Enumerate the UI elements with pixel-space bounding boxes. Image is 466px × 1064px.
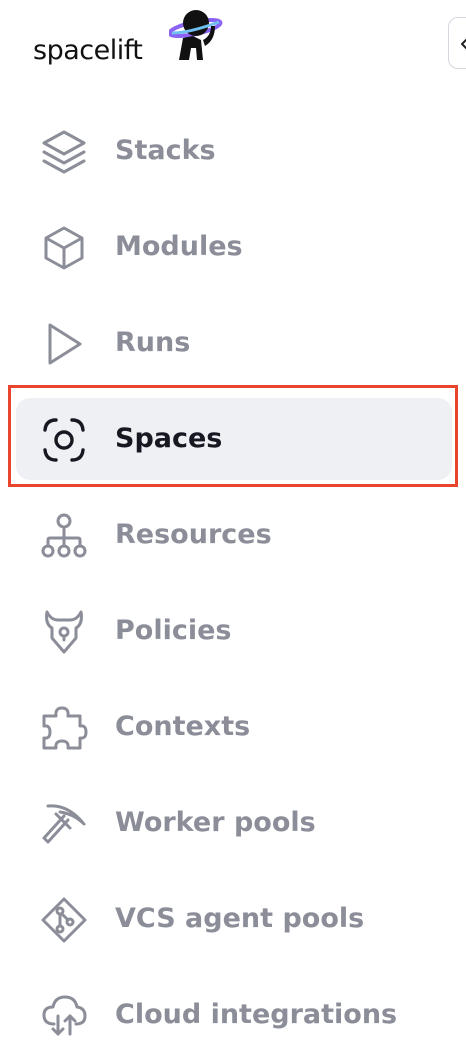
- puzzle-icon: [42, 706, 88, 750]
- sidebar-item-modules[interactable]: Modules: [16, 206, 452, 288]
- hierarchy-icon: [41, 513, 87, 558]
- logo-wordmark: spacelift: [33, 35, 143, 66]
- sidebar-item-label: Modules: [115, 231, 243, 262]
- play-icon: [48, 323, 82, 365]
- sidebar-item-label: Policies: [115, 615, 232, 646]
- git-diamond-icon: [41, 897, 87, 943]
- sidebar-item-vcs-agent-pools[interactable]: VCS agent pools: [16, 878, 452, 960]
- sidebar-item-label: Worker pools: [115, 807, 316, 838]
- sidebar-item-label: Stacks: [115, 135, 216, 166]
- cloud-transfer-icon: [42, 995, 87, 1036]
- sidebar-item-cloud-integrations[interactable]: Cloud integrations: [16, 974, 452, 1056]
- sidebar-item-stacks[interactable]: Stacks: [16, 110, 452, 192]
- cube-icon: [44, 226, 84, 270]
- sidebar-item-label: Resources: [115, 519, 272, 550]
- sidebar-item-worker-pools[interactable]: Worker pools: [16, 782, 452, 864]
- sidebar-item-resources[interactable]: Resources: [16, 494, 452, 576]
- pickaxe-icon: [42, 804, 86, 844]
- sidebar-item-label: VCS agent pools: [115, 903, 365, 934]
- sidebar-item-spaces[interactable]: Spaces: [16, 398, 452, 480]
- sidebar-item-label: Contexts: [115, 711, 251, 742]
- sidebar-item-label: Cloud integrations: [115, 999, 398, 1030]
- sidebar-item-label: Spaces: [115, 423, 223, 454]
- focus-target-icon: [43, 418, 85, 462]
- layers-icon: [42, 130, 86, 174]
- sidebar-item-runs[interactable]: Runs: [16, 302, 452, 384]
- sidebar-item-label: Runs: [115, 327, 191, 358]
- shield-horns-icon: [45, 610, 83, 654]
- sidebar-item-policies[interactable]: Policies: [16, 590, 452, 672]
- sidebar-item-contexts[interactable]: Contexts: [16, 686, 452, 768]
- spacelift-logo[interactable]: spacelift: [33, 6, 233, 76]
- chevron-left-icon: [461, 38, 466, 50]
- collapse-sidebar-button[interactable]: [448, 17, 466, 69]
- astronaut-mascot-icon: [169, 10, 223, 60]
